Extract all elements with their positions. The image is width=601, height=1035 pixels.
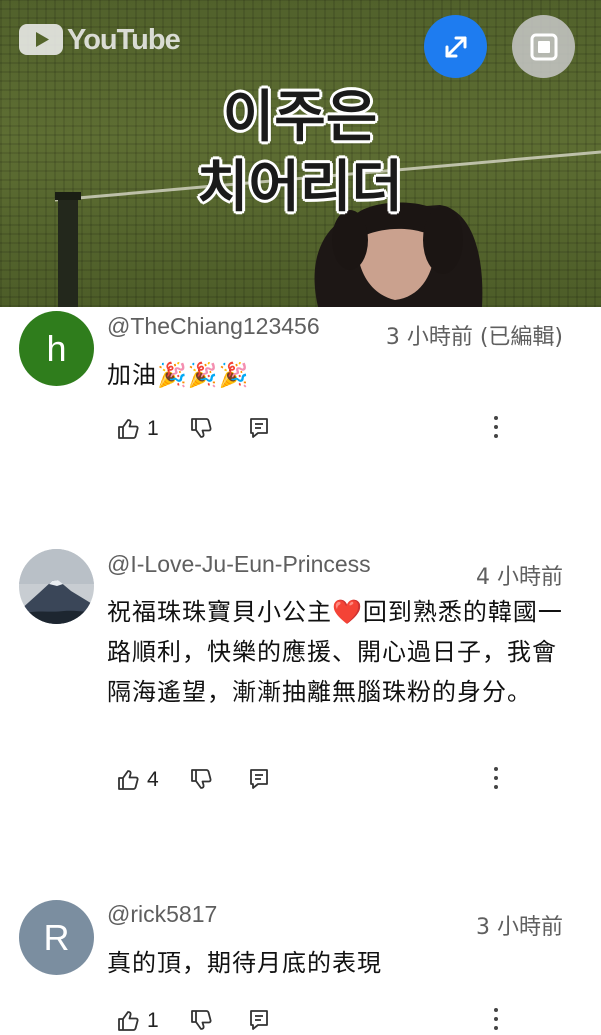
thumb-down-icon	[191, 1010, 212, 1030]
reply-comment-icon	[250, 1010, 268, 1030]
reply-button[interactable]	[249, 768, 269, 790]
more-options-icon[interactable]	[492, 1008, 500, 1035]
comment-author[interactable]: @I-Love-Ju-Eun-Princess	[107, 551, 371, 578]
reply-button[interactable]	[249, 1009, 269, 1031]
expand-arrows-icon	[445, 36, 466, 57]
reply-comment-icon	[250, 769, 268, 789]
like-count: 1	[147, 417, 159, 440]
mountain-avatar-image	[19, 549, 94, 624]
like-button[interactable]: 1	[117, 1009, 159, 1033]
picture-in-picture-button[interactable]	[512, 15, 575, 78]
avatar-letter: R	[43, 916, 70, 958]
picture-in-picture-icon	[530, 33, 557, 60]
reply-comment-icon	[250, 418, 268, 438]
comment-time: 4 小時前	[476, 565, 563, 590]
comment-time: 3 小時前	[476, 915, 563, 940]
comment-actions: 1	[117, 416, 557, 443]
thumb-up-icon	[118, 1011, 139, 1031]
comment-text: 祝福珠珠寶貝小公主❤️回到熟悉的韓國一路順利，快樂的應援、開心過日子，我會隔海遙…	[107, 598, 563, 706]
youtube-logo: YouTube	[19, 23, 181, 56]
comment-author[interactable]: @TheChiang123456	[107, 313, 320, 340]
caption-line-2: 치어리더	[196, 155, 404, 220]
comment-actions: 1	[117, 1008, 557, 1035]
avatar[interactable]: R	[19, 900, 94, 975]
comment-time: 3 小時前 (已編輯)	[385, 325, 563, 350]
more-options-icon[interactable]	[492, 416, 500, 443]
avatar[interactable]	[19, 549, 94, 624]
more-options-icon[interactable]	[492, 767, 500, 794]
youtube-play-icon	[19, 24, 63, 55]
youtube-wordmark: YouTube	[67, 23, 181, 56]
thumb-down-icon	[191, 769, 212, 789]
comment-author[interactable]: @rick5817	[107, 901, 217, 928]
reply-button[interactable]	[249, 417, 269, 439]
video-player[interactable]: YouTube 이주은 치어리더	[0, 0, 601, 307]
caption-line-1: 이주은	[222, 85, 378, 150]
dislike-button[interactable]	[190, 768, 212, 790]
comment-actions: 4	[117, 767, 557, 794]
thumb-up-icon	[118, 770, 139, 790]
like-count: 1	[147, 1009, 159, 1032]
avatar-letter: h	[46, 327, 67, 369]
avatar[interactable]: h	[19, 311, 94, 386]
like-count: 4	[147, 768, 159, 791]
expand-button[interactable]	[424, 15, 487, 78]
dislike-button[interactable]	[190, 417, 212, 439]
thumb-up-icon	[118, 419, 139, 439]
comment-text: 加油🎉🎉🎉	[107, 361, 250, 389]
like-button[interactable]: 1	[117, 417, 159, 441]
comment-text: 真的頂，期待月底的表現	[107, 949, 382, 977]
like-button[interactable]: 4	[117, 768, 159, 792]
dislike-button[interactable]	[190, 1009, 212, 1031]
thumb-down-icon	[191, 418, 212, 438]
video-caption: 이주은 치어리더	[170, 83, 430, 223]
